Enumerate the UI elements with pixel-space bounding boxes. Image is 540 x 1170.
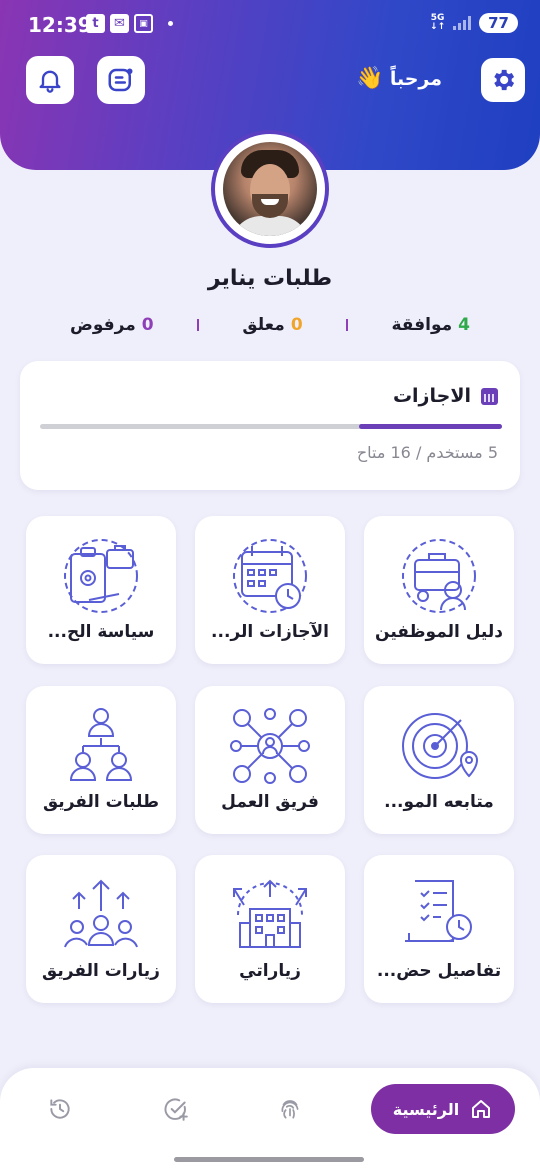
greeting: مرحباً 👋 xyxy=(356,66,442,91)
stat-pending-label: معلق xyxy=(242,315,285,335)
tile-official-holidays[interactable]: الآجازات الر... xyxy=(195,516,345,664)
request-stats: 4 موافقة 0 معلق 0 مرفوض xyxy=(70,315,470,335)
monthly-requests-title: طلبات يناير xyxy=(207,266,333,291)
stat-rejected-value: 0 xyxy=(141,315,154,335)
leave-progress-fill xyxy=(358,424,502,429)
notification-icons: t ✉ ▣ xyxy=(86,14,173,33)
notifications-button[interactable] xyxy=(26,56,74,104)
stat-approved-value: 4 xyxy=(458,315,470,335)
tile-team-visits[interactable]: زيارات الفريق xyxy=(26,855,176,1003)
fingerprint-icon[interactable] xyxy=(277,1096,303,1122)
greeting-text: مرحباً xyxy=(389,67,442,90)
tile-team-requests[interactable]: طلبات الفريق xyxy=(26,686,176,834)
attendance-details-icon xyxy=(405,880,472,942)
tile-label: الآجازات الر... xyxy=(211,622,329,642)
tile-attendance-details[interactable]: تفاصيل حض... xyxy=(364,855,514,1003)
radar-location-icon xyxy=(402,713,479,779)
wave-icon: 👋 xyxy=(356,66,384,91)
profile-card-button[interactable] xyxy=(97,56,145,104)
nav-home-label: الرئيسية xyxy=(392,1099,460,1119)
mail-icon: ✉ xyxy=(110,14,129,33)
bell-icon xyxy=(39,70,61,93)
tile-label: دليل الموظفين xyxy=(375,622,503,642)
more-notifications-dot xyxy=(168,21,173,26)
task-check-icon[interactable] xyxy=(163,1096,189,1122)
team-network-icon xyxy=(230,708,310,784)
stat-rejected-label: مرفوض xyxy=(70,315,136,335)
leave-card-title: الاجازات xyxy=(392,385,471,407)
team-growth-icon xyxy=(64,879,138,948)
tile-attendance-policy[interactable]: سياسة الح... xyxy=(26,516,176,664)
bottom-navigation: الرئيسية xyxy=(0,1068,540,1170)
tile-label: طلبات الفريق xyxy=(42,792,159,812)
gesture-bar xyxy=(174,1157,364,1162)
screenshot-icon: ▣ xyxy=(134,14,153,33)
tile-label: زيارات الفريق xyxy=(42,961,160,981)
stat-divider xyxy=(346,319,349,331)
nav-home-button[interactable]: الرئيسية xyxy=(371,1084,515,1134)
tile-label: تفاصيل حض... xyxy=(376,961,502,981)
status-time: 12:39 xyxy=(28,13,92,37)
stat-approved-label: موافقة xyxy=(391,315,453,335)
status-bar: 12:39 t ✉ ▣ 5G ↓↑ 77 xyxy=(0,0,540,50)
tile-location-tracking[interactable]: متابعه المو... xyxy=(364,686,514,834)
tile-label: متابعه المو... xyxy=(384,792,494,812)
building-visits-icon xyxy=(233,879,307,948)
leave-usage-text: 5 مستخدم / 16 متاح xyxy=(356,443,498,462)
settings-button[interactable] xyxy=(481,58,525,102)
stat-approved[interactable]: 4 موافقة xyxy=(391,315,470,335)
briefcase-employee-icon xyxy=(402,539,476,613)
tile-label: سياسة الح... xyxy=(47,622,155,642)
stat-divider xyxy=(197,319,200,331)
settings-icon xyxy=(494,69,515,91)
stat-rejected[interactable]: 0 مرفوض xyxy=(70,315,154,335)
tile-employee-guide[interactable]: دليل الموظفين xyxy=(364,516,514,664)
tile-label: فريق العمل xyxy=(221,792,319,812)
profile-card-icon xyxy=(108,68,133,92)
calendar-icon xyxy=(481,387,498,405)
network-type: 5G ↓↑ xyxy=(430,13,446,32)
tile-my-visits[interactable]: زياراتي xyxy=(195,855,345,1003)
avatar xyxy=(223,142,317,236)
calendar-clock-icon xyxy=(233,539,307,613)
team-hierarchy-icon xyxy=(69,708,133,781)
history-icon[interactable] xyxy=(47,1096,73,1122)
tile-work-team[interactable]: فريق العمل xyxy=(195,686,345,834)
leave-balance-card[interactable]: الاجازات 5 مستخدم / 16 متاح xyxy=(20,361,520,490)
tumblr-icon: t xyxy=(86,14,105,33)
tile-label: زياراتي xyxy=(239,961,301,981)
home-icon xyxy=(472,1100,491,1118)
signal-icon xyxy=(453,16,472,30)
leave-progress-bar xyxy=(40,424,502,429)
stat-pending[interactable]: 0 معلق xyxy=(242,315,302,335)
clipboard-policy-icon xyxy=(64,539,138,613)
avatar-frame[interactable] xyxy=(211,130,329,248)
stat-pending-value: 0 xyxy=(290,315,303,335)
battery-level: 77 xyxy=(479,13,518,33)
